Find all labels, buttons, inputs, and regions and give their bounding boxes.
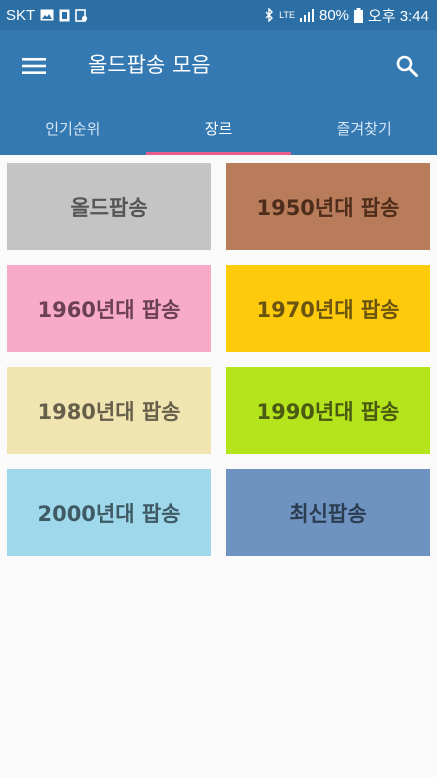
genre-grid: 올드팝송 1950년대 팝송 1960년대 팝송 1970년대 팝송 1980년…: [7, 163, 430, 556]
signal-strength-icon: [300, 8, 314, 22]
tab-genre-label: 장르: [204, 120, 233, 138]
tab-popular[interactable]: 인기순위: [0, 102, 146, 155]
genre-tile-label: 1970년대 팝송: [256, 297, 400, 322]
menu-button[interactable]: [20, 52, 48, 80]
tab-favorites[interactable]: 즐겨찾기: [291, 102, 437, 155]
genre-tile-label: 1980년대 팝송: [37, 399, 181, 424]
sim-notification-icon: [59, 9, 70, 22]
genre-tile-latest[interactable]: 최신팝송: [226, 469, 430, 556]
genre-tile-label: 2000년대 팝송: [37, 501, 181, 526]
app-title: 올드팝송 모음: [88, 53, 211, 77]
genre-tile-1970s[interactable]: 1970년대 팝송: [226, 265, 430, 352]
app-bar: 올드팝송 모음: [0, 30, 437, 102]
bluetooth-icon: [264, 8, 274, 22]
status-bar-right: LTE 80% 오후 3:44: [264, 5, 429, 26]
genre-tile-label: 최신팝송: [289, 501, 367, 526]
network-type-label: LTE: [279, 10, 295, 20]
genre-tile-oldpop[interactable]: 올드팝송: [7, 163, 211, 250]
battery-percent: 80%: [319, 6, 350, 24]
tab-popular-label: 인기순위: [45, 120, 101, 138]
gallery-notification-icon: [40, 9, 54, 21]
carrier-label: SKT: [6, 6, 36, 24]
tab-favorites-label: 즐겨찾기: [336, 120, 392, 138]
clock-time: 오후 3:44: [368, 7, 429, 25]
genre-tile-1980s[interactable]: 1980년대 팝송: [7, 367, 211, 454]
genre-tile-label: 1990년대 팝송: [256, 399, 400, 424]
status-bar: SKT LTE 80% 오후 3:44: [0, 0, 437, 30]
battery-icon: [354, 7, 364, 23]
genre-tile-1960s[interactable]: 1960년대 팝송: [7, 265, 211, 352]
genre-tile-label: 1960년대 팝송: [37, 297, 181, 322]
search-button[interactable]: [391, 50, 423, 82]
search-icon: [396, 55, 418, 77]
genre-tile-label: 올드팝송: [70, 195, 148, 220]
app-notification-icon: [75, 8, 88, 22]
genre-tile-1990s[interactable]: 1990년대 팝송: [226, 367, 430, 454]
tab-genre[interactable]: 장르: [145, 102, 292, 155]
genre-tile-label: 1950년대 팝송: [256, 195, 400, 220]
status-bar-left: SKT: [6, 7, 88, 24]
hamburger-menu-icon: [22, 58, 46, 74]
tab-bar: 인기순위 장르 즐겨찾기: [0, 102, 437, 155]
genre-tile-2000s[interactable]: 2000년대 팝송: [7, 469, 211, 556]
genre-tile-1950s[interactable]: 1950년대 팝송: [226, 163, 430, 250]
